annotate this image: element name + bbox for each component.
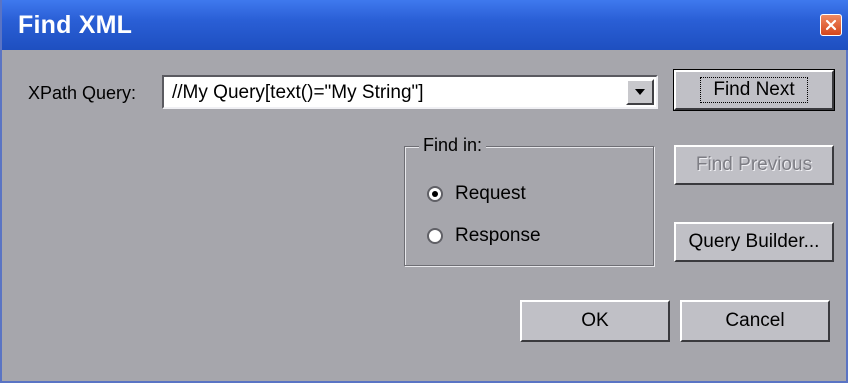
radio-response-label: Response	[455, 225, 541, 246]
query-builder-label: Query Builder...	[688, 231, 820, 252]
find-next-button[interactable]: Find Next	[673, 69, 835, 111]
ok-button[interactable]: OK	[520, 300, 670, 342]
find-in-groupbox: Find in: Request Response	[404, 135, 654, 266]
radio-request-label: Request	[455, 183, 526, 204]
radio-button[interactable]	[427, 228, 443, 244]
chevron-down-icon	[635, 89, 645, 95]
window-title: Find XML	[18, 11, 133, 39]
cancel-label: Cancel	[725, 310, 785, 331]
xpath-query-dropdown-button[interactable]	[626, 79, 654, 105]
radio-request[interactable]: Request	[427, 183, 526, 205]
ok-label: OK	[581, 310, 609, 331]
title-bar[interactable]: Find XML	[2, 0, 848, 50]
radio-button[interactable]	[427, 186, 443, 202]
close-button[interactable]	[820, 14, 842, 36]
find-previous-label: Find Previous	[695, 154, 813, 175]
find-previous-button: Find Previous	[674, 145, 834, 185]
find-next-label: Find Next	[700, 77, 808, 103]
find-in-label: Find in:	[419, 135, 487, 156]
xpath-query-input[interactable]: //My Query[text()="My String"]	[172, 82, 424, 104]
cancel-button[interactable]: Cancel	[680, 300, 830, 342]
radio-selected-dot	[432, 191, 438, 197]
close-icon	[825, 19, 837, 31]
radio-response[interactable]: Response	[427, 225, 541, 247]
xpath-query-combobox[interactable]: //My Query[text()="My String"]	[162, 75, 658, 109]
find-xml-dialog: Find XML XPath Query: //My Query[text()=…	[0, 0, 848, 383]
query-builder-button[interactable]: Query Builder...	[674, 222, 834, 262]
xpath-query-label: XPath Query:	[28, 83, 137, 103]
